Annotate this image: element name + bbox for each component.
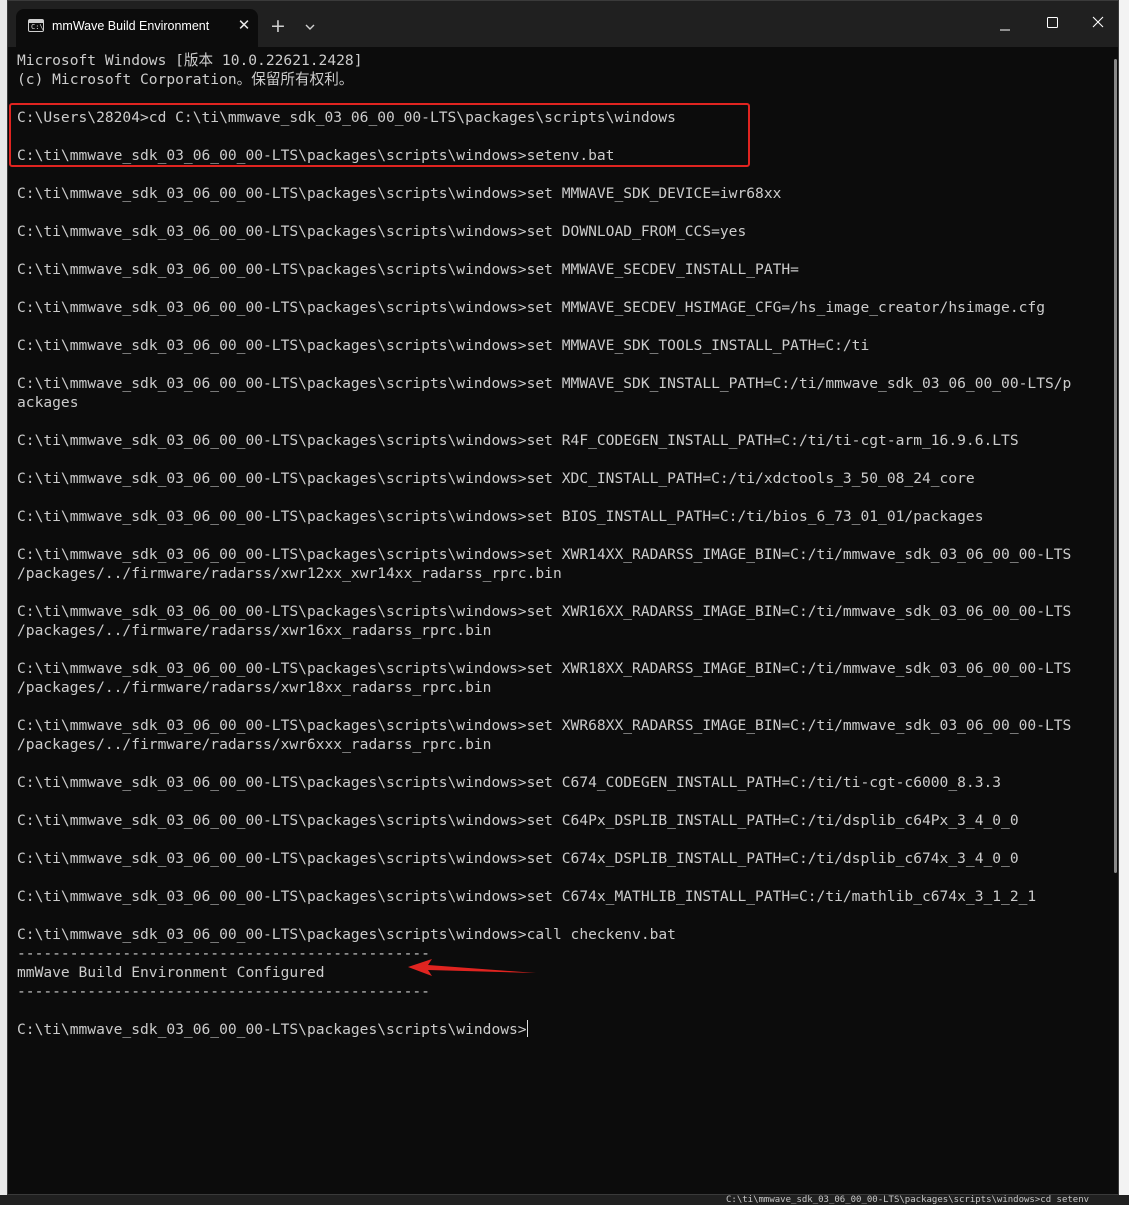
terminal-line: C:\ti\mmwave_sdk_03_06_00_00-LTS\package… xyxy=(17,888,1037,905)
terminal-line: C:\ti\mmwave_sdk_03_06_00_00-LTS\package… xyxy=(17,603,1072,620)
terminal-line: ----------------------------------------… xyxy=(17,983,430,1000)
terminal-line: (c) Microsoft Corporation。保留所有权利。 xyxy=(17,71,354,88)
terminal-line: ackages xyxy=(17,394,79,411)
scrollbar[interactable] xyxy=(1114,59,1117,873)
terminal-line: ----------------------------------------… xyxy=(17,945,430,962)
terminal-line: C:\ti\mmwave_sdk_03_06_00_00-LTS\package… xyxy=(17,926,676,943)
arrow-annotation-icon xyxy=(408,959,536,976)
terminal-window: C:\ mmWave Build Environment ✕ + Microso… xyxy=(7,0,1119,1195)
terminal-output[interactable]: Microsoft Windows [版本 10.0.22621.2428] (c… xyxy=(17,51,1107,1039)
terminal-line: C:\ti\mmwave_sdk_03_06_00_00-LTS\package… xyxy=(17,546,1072,563)
terminal-line: C:\ti\mmwave_sdk_03_06_00_00-LTS\package… xyxy=(17,850,1019,867)
tab-mmwave-build-environment[interactable]: C:\ mmWave Build Environment ✕ xyxy=(16,9,258,47)
terminal-line: C:\ti\mmwave_sdk_03_06_00_00-LTS\package… xyxy=(17,337,870,354)
maximize-button[interactable] xyxy=(1029,9,1073,37)
terminal-line: C:\ti\mmwave_sdk_03_06_00_00-LTS\package… xyxy=(17,660,1072,677)
terminal-line: C:\ti\mmwave_sdk_03_06_00_00-LTS\package… xyxy=(17,717,1072,734)
maximize-icon xyxy=(1047,17,1058,28)
terminal-line: C:\ti\mmwave_sdk_03_06_00_00-LTS\package… xyxy=(17,508,984,525)
new-tab-button[interactable]: + xyxy=(266,15,290,39)
terminal-line: Microsoft Windows [版本 10.0.22621.2428] xyxy=(17,52,363,69)
minimize-icon xyxy=(1000,29,1010,31)
title-bar[interactable]: C:\ mmWave Build Environment ✕ + xyxy=(8,1,1118,47)
minimize-button[interactable] xyxy=(983,9,1027,37)
close-icon xyxy=(1092,16,1104,28)
terminal-line: C:\ti\mmwave_sdk_03_06_00_00-LTS\package… xyxy=(17,223,747,240)
terminal-line: /packages/../firmware/radarss/xwr16xx_ra… xyxy=(17,622,492,639)
terminal-line: C:\ti\mmwave_sdk_03_06_00_00-LTS\package… xyxy=(17,1020,528,1038)
terminal-line: C:\ti\mmwave_sdk_03_06_00_00-LTS\package… xyxy=(17,185,782,202)
highlight-annotation-box xyxy=(9,103,750,167)
tab-title: mmWave Build Environment xyxy=(52,19,210,33)
terminal-line: mmWave Build Environment Configured xyxy=(17,964,325,981)
close-tab-button[interactable]: ✕ xyxy=(234,15,254,35)
background-window-edge xyxy=(1119,0,1129,1205)
close-window-button[interactable] xyxy=(1075,9,1118,37)
terminal-line: C:\ti\mmwave_sdk_03_06_00_00-LTS\package… xyxy=(17,774,1002,791)
text-cursor xyxy=(526,1020,528,1037)
terminal-line: C:\ti\mmwave_sdk_03_06_00_00-LTS\package… xyxy=(17,299,1045,316)
terminal-line: C:\ti\mmwave_sdk_03_06_00_00-LTS\package… xyxy=(17,432,1019,449)
terminal-line: /packages/../firmware/radarss/xwr6xxx_ra… xyxy=(17,736,492,753)
chevron-down-icon[interactable] xyxy=(298,15,322,39)
terminal-line: /packages/../firmware/radarss/xwr18xx_ra… xyxy=(17,679,492,696)
terminal-line: C:\ti\mmwave_sdk_03_06_00_00-LTS\package… xyxy=(17,261,799,278)
terminal-icon: C:\ xyxy=(28,19,44,32)
terminal-line: /packages/../firmware/radarss/xwr12xx_xw… xyxy=(17,565,562,582)
terminal-line: C:\ti\mmwave_sdk_03_06_00_00-LTS\package… xyxy=(17,470,975,487)
background-terminal-text: C:\ti\mmwave_sdk_03_06_00_00-LTS\package… xyxy=(726,1195,1090,1205)
terminal-line: C:\ti\mmwave_sdk_03_06_00_00-LTS\package… xyxy=(17,375,1072,392)
terminal-line: C:\ti\mmwave_sdk_03_06_00_00-LTS\package… xyxy=(17,812,1019,829)
